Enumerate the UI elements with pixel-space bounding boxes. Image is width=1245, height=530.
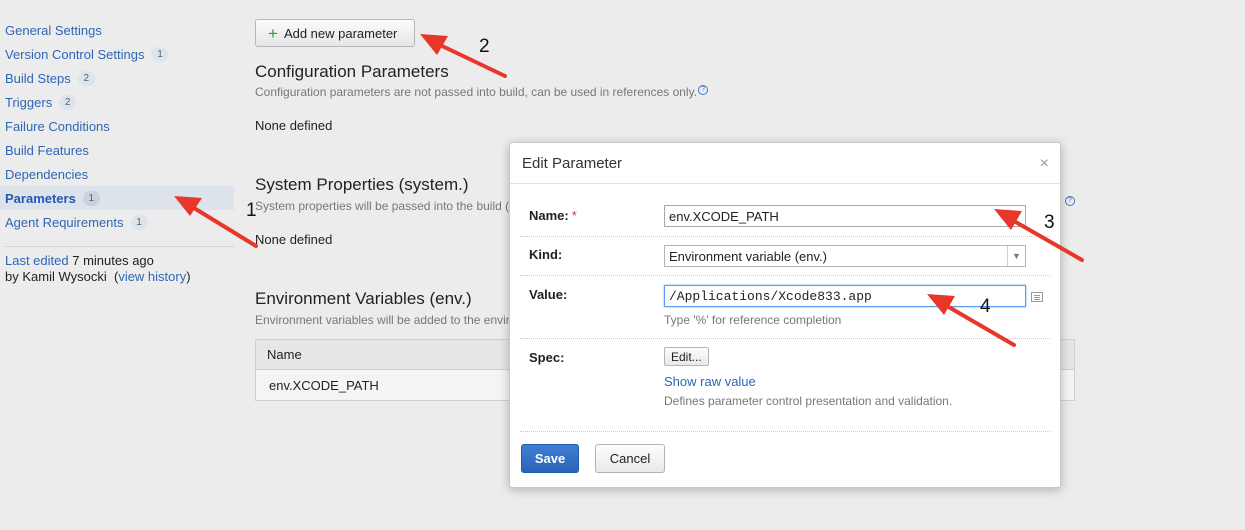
name-label: Name: *	[529, 208, 577, 223]
name-input[interactable]	[664, 205, 1026, 227]
value-row: Value: Type '%' for reference completion	[520, 276, 1050, 339]
last-edited-link[interactable]: Last edited	[5, 253, 69, 268]
name-label-text: Name:	[529, 208, 569, 223]
spec-label: Spec:	[529, 350, 565, 365]
sidebar-divider	[5, 246, 234, 247]
count-badge: 1	[151, 46, 169, 62]
chevron-down-icon[interactable]: ▼	[1007, 246, 1025, 266]
paren-close: )	[186, 269, 191, 284]
config-params-desc-text: Configuration parameters are not passed …	[255, 85, 698, 99]
system-props-empty: None defined	[255, 232, 333, 247]
sidebar-item-version-control-settings[interactable]: Version Control Settings 1	[0, 42, 234, 66]
last-edited-author: by Kamil Wysocki	[5, 269, 107, 284]
required-mark: *	[571, 208, 577, 223]
kind-selected-value: Environment variable (env.)	[669, 249, 827, 264]
view-history-link[interactable]: view history	[118, 269, 186, 284]
plus-icon: +	[268, 23, 278, 43]
last-edited-info: Last edited 7 minutes ago by Kamil Wysoc…	[5, 253, 191, 285]
kind-select[interactable]: Environment variable (env.) ▼	[664, 245, 1026, 267]
sidebar-item-label: Agent Requirements	[5, 214, 124, 230]
sidebar-item-failure-conditions[interactable]: Failure Conditions	[0, 114, 234, 138]
annotation-number: 4	[980, 296, 991, 317]
spec-hint: Defines parameter control presentation a…	[664, 394, 953, 408]
add-new-parameter-button[interactable]: + Add new parameter	[255, 19, 415, 47]
count-badge: 1	[130, 214, 148, 230]
sidebar-item-build-features[interactable]: Build Features	[0, 138, 234, 162]
spec-row: Spec: Edit... Show raw value Defines par…	[520, 339, 1050, 432]
sidebar-item-label: Version Control Settings	[5, 46, 145, 62]
expand-editor-icon[interactable]	[1031, 292, 1043, 302]
config-params-desc: Configuration parameters are not passed …	[255, 85, 709, 99]
sidebar: General Settings Version Control Setting…	[0, 18, 234, 234]
show-raw-value-link[interactable]: Show raw value	[664, 374, 756, 389]
annotation-number: 1	[246, 200, 257, 221]
cancel-button[interactable]: Cancel	[595, 444, 665, 473]
sidebar-item-label: Parameters	[5, 190, 76, 206]
value-hint: Type '%' for reference completion	[664, 313, 842, 327]
value-input[interactable]	[664, 285, 1026, 307]
sidebar-item-label: General Settings	[5, 22, 102, 38]
env-vars-desc: Environment variables will be added to t…	[255, 313, 517, 327]
sidebar-item-label: Triggers	[5, 94, 53, 110]
add-new-parameter-label: Add new parameter	[283, 25, 398, 41]
system-props-desc: System properties will be passed into th…	[255, 199, 510, 213]
env-vars-title: Environment Variables (env.)	[255, 289, 472, 308]
count-badge: 2	[59, 94, 77, 110]
kind-row: Kind: Environment variable (env.) ▼	[520, 237, 1050, 276]
sidebar-item-label: Build Steps	[5, 70, 71, 86]
help-icon[interactable]: ?	[1065, 196, 1075, 206]
dialog-title: Edit Parameter	[522, 155, 623, 172]
sidebar-item-general-settings[interactable]: General Settings	[0, 18, 234, 42]
edit-parameter-dialog: Edit Parameter × Name:* Kind: Environmen…	[509, 142, 1061, 488]
name-row: Name: *	[520, 193, 1050, 237]
count-badge: 2	[77, 70, 95, 86]
sidebar-item-build-steps[interactable]: Build Steps 2	[0, 66, 234, 90]
save-button[interactable]: Save	[521, 444, 579, 473]
help-icon[interactable]: ?	[698, 85, 709, 95]
kind-label: Kind:	[529, 247, 563, 262]
system-props-title: System Properties (system.)	[255, 175, 469, 194]
spec-edit-button[interactable]: Edit...	[664, 347, 709, 366]
annotation-number: 2	[479, 36, 490, 57]
sidebar-item-label: Failure Conditions	[5, 118, 110, 134]
sidebar-item-dependencies[interactable]: Dependencies	[0, 162, 234, 186]
last-edited-time: 7 minutes ago	[72, 253, 154, 268]
sidebar-item-label: Dependencies	[5, 166, 89, 182]
config-params-empty: None defined	[255, 118, 333, 133]
sidebar-item-parameters[interactable]: Parameters 1	[0, 186, 234, 210]
value-label: Value:	[529, 287, 568, 302]
sidebar-item-agent-requirements[interactable]: Agent Requirements 1	[0, 210, 234, 234]
sidebar-item-label: Build Features	[5, 142, 89, 158]
dialog-header: Edit Parameter	[510, 143, 1060, 184]
annotation-number: 3	[1044, 212, 1055, 233]
sidebar-item-triggers[interactable]: Triggers 2	[0, 90, 234, 114]
count-badge: 1	[82, 190, 100, 206]
config-params-title: Configuration Parameters	[255, 62, 449, 81]
close-icon[interactable]: ×	[1040, 155, 1049, 173]
